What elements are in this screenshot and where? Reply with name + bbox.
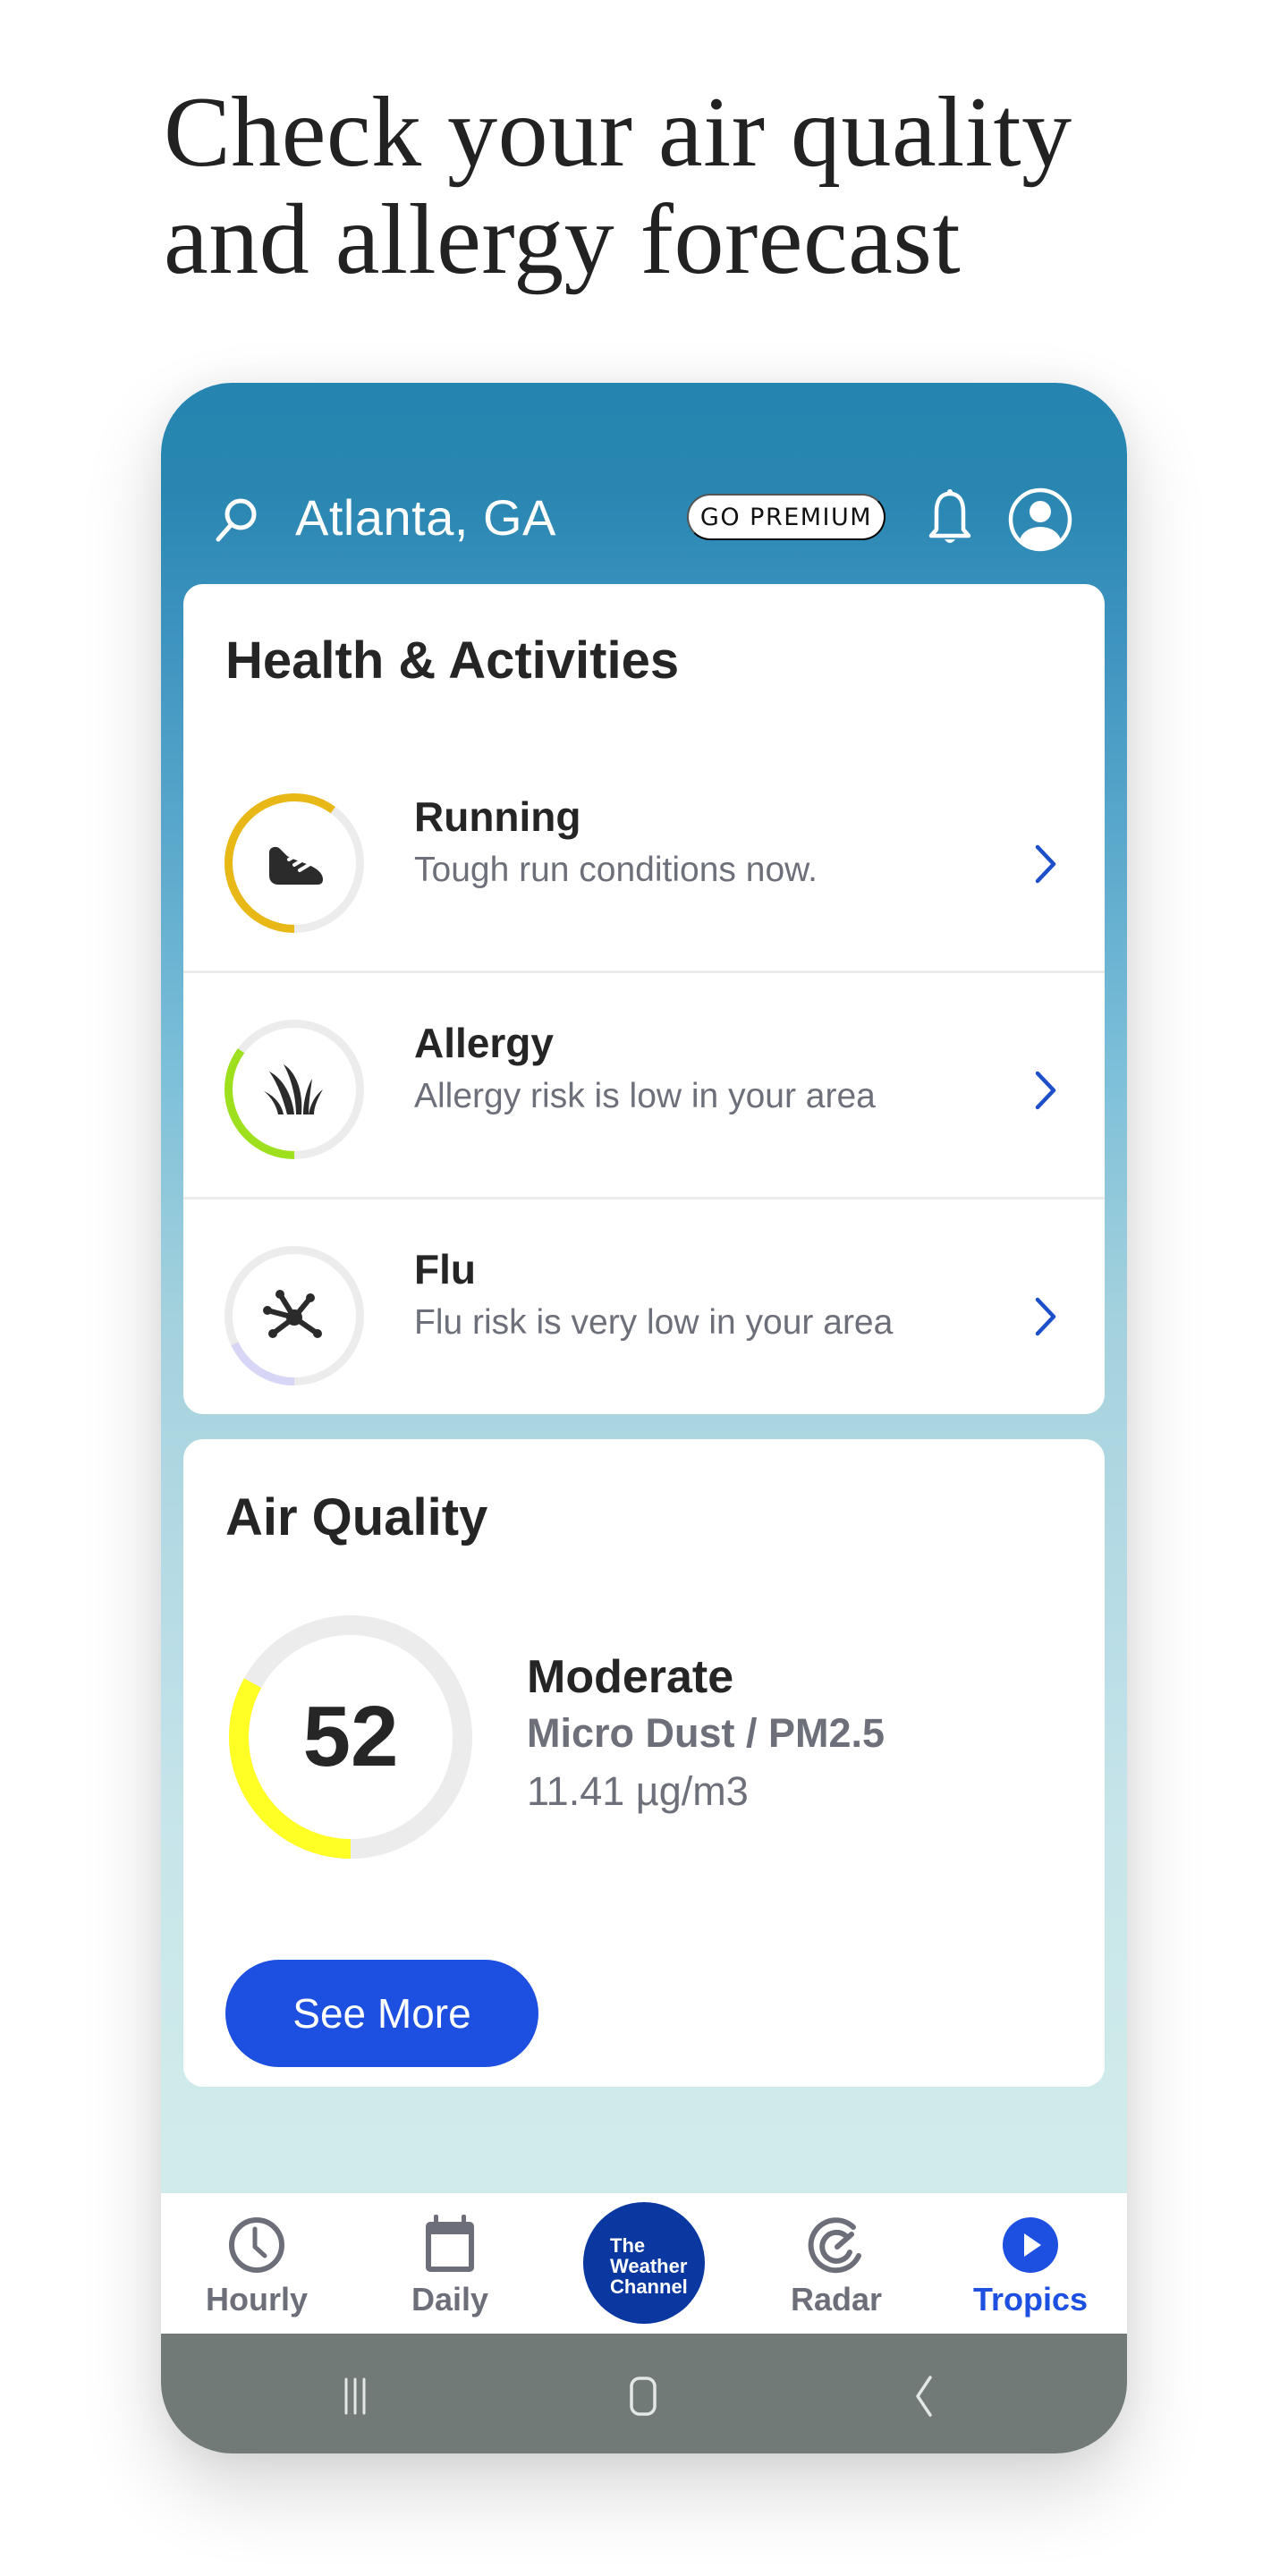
- home-icon[interactable]: [617, 2374, 671, 2419]
- logo-line-3: Channel: [610, 2275, 688, 2298]
- air-quality-title: Air Quality: [225, 1488, 488, 1546]
- system-navigation-bar: [161, 2334, 1127, 2453]
- phone-screen: Atlanta, GA GO PREMIUM Health & Activiti…: [161, 383, 1127, 2453]
- location-name[interactable]: Atlanta, GA: [295, 488, 556, 547]
- flu-title: Flu: [414, 1246, 476, 1292]
- nav-hourly-label: Hourly: [205, 2281, 308, 2318]
- profile-icon[interactable]: [1007, 487, 1073, 553]
- nav-tropics-label: Tropics: [972, 2281, 1089, 2318]
- logo-line-2: Weather: [610, 2255, 688, 2277]
- health-activities-card: Health & Activities Running Tough run co…: [183, 584, 1105, 1414]
- aqi-pollutant: Micro Dust / PM2.5: [527, 1710, 886, 1756]
- headline-line-1: Check your air quality: [164, 77, 1072, 188]
- bell-icon[interactable]: [926, 488, 974, 547]
- bottom-navigation: Hourly Daily The Weather Channel Radar T…: [161, 2193, 1127, 2334]
- back-icon[interactable]: [896, 2374, 950, 2419]
- health-row-flu[interactable]: Flu Flu risk is very low in your area: [183, 1200, 1105, 1414]
- clock-icon: [229, 2217, 284, 2273]
- search-icon[interactable]: [211, 495, 261, 545]
- headline-line-2: and allergy forecast: [164, 184, 962, 295]
- app-header: Atlanta, GA GO PREMIUM: [161, 383, 1127, 584]
- running-title: Running: [414, 793, 581, 840]
- nav-daily[interactable]: Daily: [360, 2193, 539, 2334]
- running-shoe-icon: [269, 846, 323, 885]
- radar-icon: [808, 2217, 861, 2274]
- nav-hourly[interactable]: Hourly: [167, 2193, 346, 2334]
- see-more-button[interactable]: See More: [225, 1960, 538, 2067]
- recents-icon[interactable]: [328, 2374, 382, 2419]
- nav-radar-label: Radar: [790, 2281, 883, 2318]
- chevron-right-icon[interactable]: [1029, 1068, 1064, 1113]
- health-row-running[interactable]: Running Tough run conditions now.: [183, 748, 1105, 973]
- flu-subtitle: Flu risk is very low in your area: [414, 1303, 894, 1342]
- calendar-icon: [426, 2215, 474, 2272]
- go-premium-button[interactable]: GO PREMIUM: [687, 494, 886, 540]
- logo-line-1: The: [610, 2234, 646, 2257]
- chevron-right-icon[interactable]: [1029, 1294, 1064, 1339]
- nav-radar[interactable]: Radar: [747, 2193, 926, 2334]
- allergy-subtitle: Allergy risk is low in your area: [414, 1077, 876, 1115]
- nav-tropics[interactable]: Tropics: [941, 2193, 1120, 2334]
- running-subtitle: Tough run conditions now.: [414, 851, 818, 889]
- grass-icon: [264, 1064, 323, 1114]
- health-row-allergy[interactable]: Allergy Allergy risk is low in your area: [183, 974, 1105, 1199]
- virus-icon: [263, 1290, 322, 1338]
- weather-channel-logo[interactable]: The Weather Channel: [583, 2202, 705, 2324]
- nav-daily-label: Daily: [411, 2281, 489, 2318]
- play-circle-icon: [1003, 2217, 1058, 2273]
- aqi-concentration: 11.41 µg/m3: [527, 1768, 749, 1814]
- allergy-title: Allergy: [414, 1020, 554, 1066]
- headline: Check your air quality and allergy forec…: [164, 79, 1165, 293]
- chevron-right-icon[interactable]: [1029, 842, 1064, 886]
- aqi-value: 52: [302, 1689, 399, 1784]
- aqi-category: Moderate: [527, 1651, 734, 1703]
- health-card-title: Health & Activities: [225, 631, 680, 690]
- air-quality-card: Air Quality 52 Moderate Micro Dust / PM2…: [183, 1439, 1105, 2087]
